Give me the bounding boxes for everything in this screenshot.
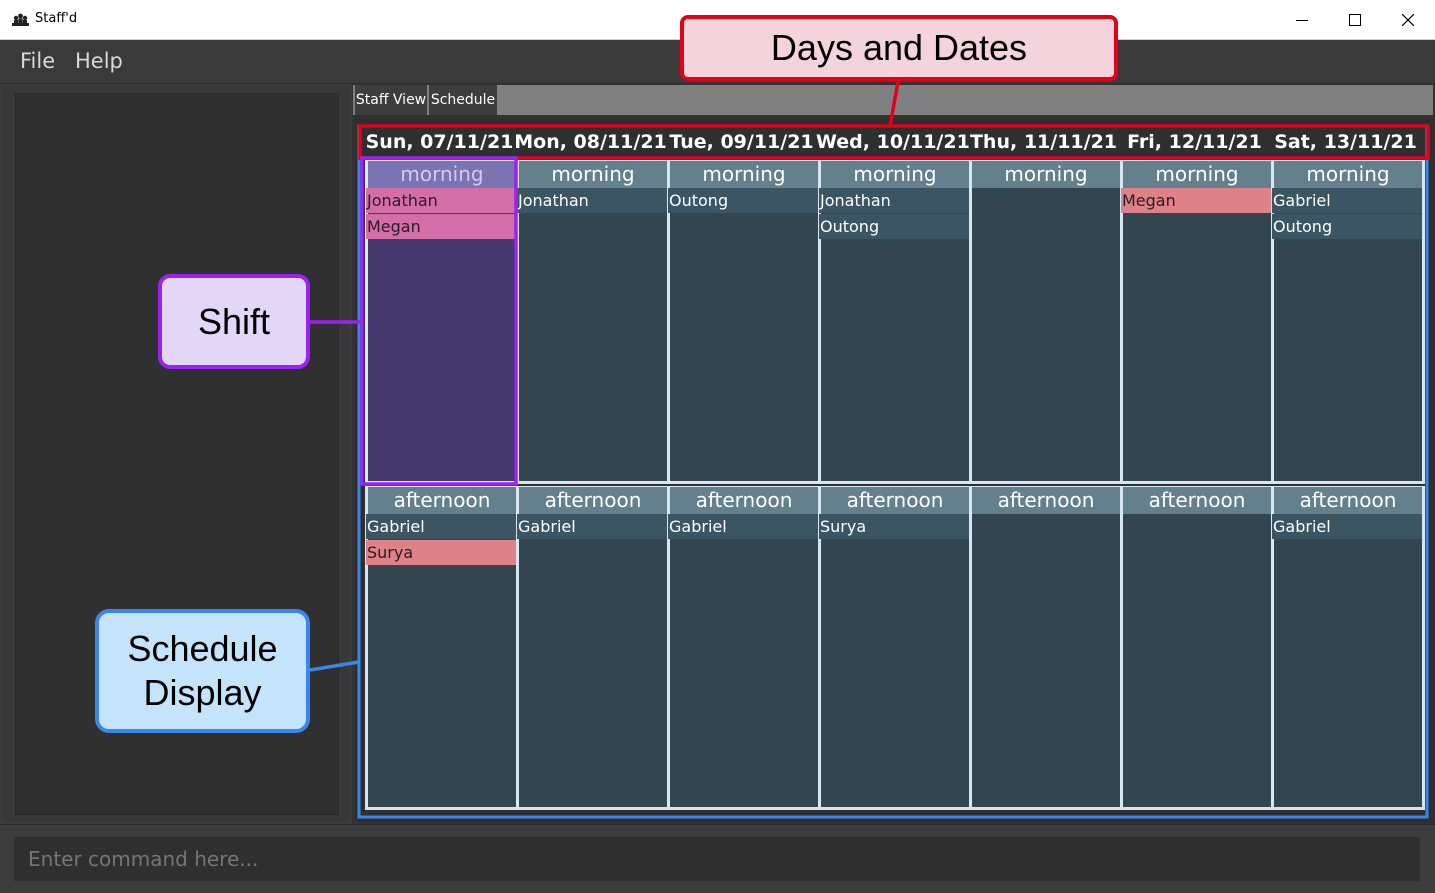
- minimize-icon: [1296, 20, 1308, 21]
- staff-entry[interactable]: Gabriel: [1272, 514, 1422, 539]
- morning-shift-header: morning: [1274, 161, 1422, 188]
- day-header: Fri, 12/11/21: [1127, 131, 1262, 153]
- menu-file[interactable]: File: [20, 49, 55, 73]
- maximize-icon: [1349, 14, 1361, 26]
- close-icon: [1402, 14, 1414, 26]
- staff-entry[interactable]: Jonathan: [366, 188, 516, 213]
- staff-entry[interactable]: Megan: [1121, 188, 1271, 213]
- morning-shift-header: morning: [670, 161, 818, 188]
- morning-shift-header: morning: [1123, 161, 1271, 188]
- menu-help[interactable]: Help: [75, 49, 123, 73]
- staff-entry[interactable]: Megan: [366, 214, 516, 239]
- annotation-schedule-display-line1: Schedule: [127, 628, 278, 669]
- app-icon: [12, 13, 29, 26]
- day-header: Mon, 08/11/21: [514, 131, 667, 153]
- afternoon-shift-header: afternoon: [1123, 487, 1271, 514]
- afternoon-shift-header: afternoon: [1274, 487, 1422, 514]
- tab-bar: Staff View Schedule: [353, 85, 1433, 115]
- staff-entry[interactable]: Outong: [1272, 214, 1422, 239]
- day-header: Tue, 09/11/21: [669, 131, 814, 153]
- afternoon-shift-header: afternoon: [368, 487, 516, 514]
- morning-shift-header: morning: [519, 161, 667, 188]
- morning-shift-header: morning: [821, 161, 969, 188]
- staff-entry[interactable]: Surya: [366, 540, 516, 565]
- tab-schedule[interactable]: Schedule: [429, 85, 497, 115]
- maximize-button[interactable]: [1329, 0, 1381, 40]
- annotation-schedule-display: Schedule Display: [95, 609, 310, 733]
- window-title: Staff'd: [35, 11, 78, 26]
- morning-shift-header: morning: [972, 161, 1120, 188]
- afternoon-shift-header: afternoon: [972, 487, 1120, 514]
- close-button[interactable]: [1382, 0, 1434, 40]
- staff-entry[interactable]: Gabriel: [517, 514, 667, 539]
- staff-entry[interactable]: Gabriel: [366, 514, 516, 539]
- staff-entry[interactable]: Outong: [668, 188, 818, 213]
- morning-shift-cell[interactable]: [969, 160, 1123, 484]
- afternoon-shift-header: afternoon: [821, 487, 969, 514]
- annotation-shift-label: Shift: [197, 300, 271, 342]
- morning-shift-header: morning: [368, 161, 516, 188]
- annotation-shift: Shift: [158, 274, 310, 369]
- afternoon-shift-cell[interactable]: [969, 486, 1123, 810]
- tab-staff-view[interactable]: Staff View: [355, 85, 427, 115]
- staff-entry[interactable]: Gabriel: [1272, 188, 1422, 213]
- annotation-days-and-dates: Days and Dates: [680, 15, 1118, 81]
- afternoon-shift-cell[interactable]: [1120, 486, 1274, 810]
- day-header: Sun, 07/11/21: [365, 131, 514, 153]
- staff-entry[interactable]: Jonathan: [517, 188, 667, 213]
- afternoon-shift-header: afternoon: [519, 487, 667, 514]
- command-input[interactable]: [14, 837, 1420, 881]
- afternoon-shift-header: afternoon: [670, 487, 818, 514]
- staff-entry[interactable]: Gabriel: [668, 514, 818, 539]
- command-bar: [0, 824, 1435, 893]
- day-header: Thu, 11/11/21: [969, 131, 1118, 153]
- day-header: Sat, 13/11/21: [1274, 131, 1417, 153]
- staff-entry[interactable]: Outong: [819, 214, 969, 239]
- day-header: Wed, 10/11/21: [816, 131, 970, 153]
- annotation-schedule-display-line2: Display: [143, 672, 262, 713]
- staff-entry[interactable]: Jonathan: [819, 188, 969, 213]
- staff-entry[interactable]: Surya: [819, 514, 969, 539]
- minimize-button[interactable]: [1276, 0, 1328, 40]
- annotation-days-and-dates-label: Days and Dates: [770, 27, 1028, 68]
